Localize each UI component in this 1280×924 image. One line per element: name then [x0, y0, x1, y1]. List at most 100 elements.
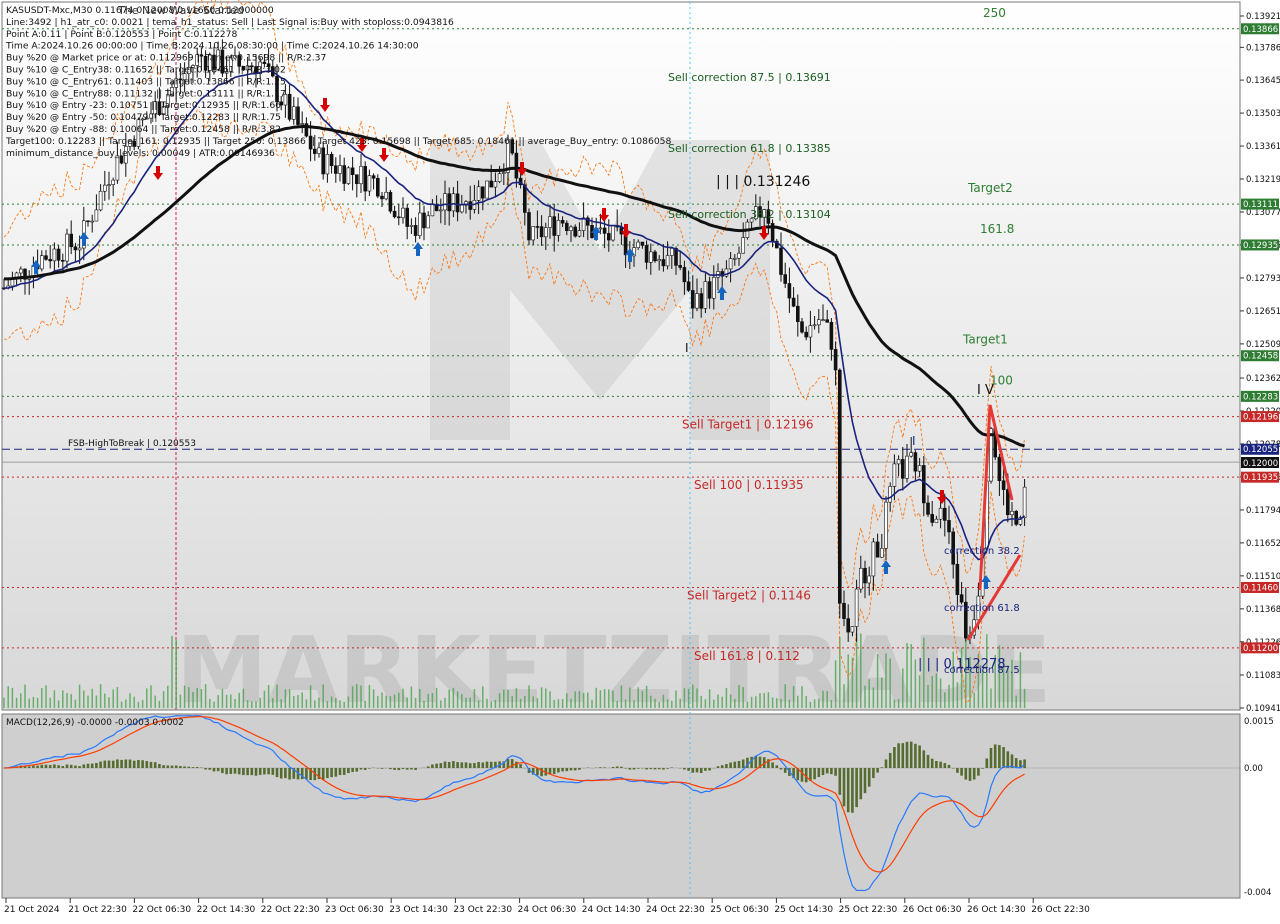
- candle-body: [56, 248, 61, 261]
- macd-tick: 0.0015: [1244, 717, 1274, 727]
- candle-body: [103, 184, 107, 192]
- candle-body: [875, 541, 880, 558]
- candle-body: [926, 502, 930, 515]
- candle-body: [879, 548, 884, 558]
- candle-body: [779, 247, 783, 275]
- candle-body: [501, 172, 506, 174]
- price-tick-label: 0.11510: [1246, 572, 1280, 582]
- level-label: Sell 161.8 | 0.112: [694, 649, 800, 663]
- candle-body: [703, 281, 708, 309]
- candle-body: [401, 207, 405, 219]
- candle-body: [804, 331, 809, 338]
- candle-body: [52, 248, 57, 262]
- candle-body: [531, 226, 536, 241]
- candle-body: [556, 220, 561, 236]
- candle-body: [333, 165, 338, 174]
- candle-body: [115, 155, 120, 181]
- info-line: Point A:0.11 | Point B:0.120553 | Point …: [6, 29, 237, 40]
- level-badge-label: 0.12055: [1243, 445, 1278, 455]
- info-line: Buy %10 @ C_Entry61: 0.11403 || Target:0…: [6, 76, 286, 87]
- candle-body: [997, 456, 1002, 482]
- candle-body: [569, 226, 573, 231]
- price-tick-label: 0.10941: [1246, 704, 1280, 714]
- candle-body: [686, 281, 691, 291]
- candle-body: [312, 148, 317, 154]
- macd-title: MACD(12,26,9) -0.0000 -0.0003 0.0002: [6, 718, 184, 728]
- info-line: Buy %10 @ Entry -23: 0.10751 || Target:0…: [6, 100, 281, 111]
- candle-body: [921, 465, 926, 504]
- candle-body: [451, 193, 456, 212]
- candle-body: [1005, 489, 1010, 516]
- candle-body: [959, 594, 964, 603]
- current-price-badge: 0.12000: [1241, 457, 1279, 469]
- info-line: minimum_distance_buy_levels: 0.00049 | A…: [6, 148, 275, 159]
- level-label: Sell Target1 | 0.12196: [682, 418, 814, 432]
- candle-body: [73, 246, 78, 251]
- candle-body: [522, 184, 527, 213]
- candle-body: [535, 226, 540, 228]
- time-tick-label: 23 Oct 14:30: [389, 905, 448, 915]
- time-tick-label: 21 Oct 22:30: [68, 905, 127, 915]
- level-label: Sell 100 | 0.11935: [694, 478, 804, 492]
- candle-body: [854, 588, 859, 627]
- candle-body: [497, 173, 502, 182]
- candle-body: [422, 212, 426, 229]
- candle-body: [107, 184, 111, 186]
- level-label: Target1: [962, 333, 1008, 347]
- candle-body: [539, 226, 544, 238]
- annotation: Sell correction 38.2 | 0.13104: [668, 208, 831, 221]
- annotation: correction 38.2: [944, 546, 1020, 557]
- candle-body: [913, 452, 918, 472]
- candle-body: [989, 428, 993, 482]
- candle-body: [363, 166, 368, 192]
- candle-body: [737, 252, 741, 259]
- level-badge-label: 0.12458: [1243, 352, 1278, 362]
- candle-body: [606, 233, 611, 241]
- candle-body: [699, 293, 704, 309]
- candle-body: [707, 281, 712, 299]
- annotation: | | | 0.131246: [716, 174, 810, 190]
- level-label: FSB-HighToBreak | 0.120553: [68, 439, 196, 449]
- candle-body: [661, 259, 666, 267]
- candle-body: [900, 459, 905, 479]
- macd-panel: [1, 713, 1241, 899]
- time-tick-label: 23 Oct 06:30: [325, 905, 384, 915]
- candle-body: [392, 210, 397, 218]
- candle-body: [111, 179, 115, 185]
- candle-body: [375, 177, 380, 197]
- candle-body: [611, 225, 615, 241]
- candle-body: [354, 174, 359, 185]
- level-badge-label: 0.13866: [1243, 25, 1278, 35]
- candle-body: [430, 203, 435, 217]
- candle-body: [413, 225, 418, 236]
- candle-body: [636, 241, 641, 248]
- candle-body: [560, 220, 565, 224]
- annotation: I: [912, 434, 916, 448]
- level-badge-label: 0.12935: [1243, 241, 1278, 251]
- candle-body: [682, 267, 687, 283]
- macd-tick: 0.00: [1244, 764, 1263, 774]
- price-tick-label: 0.11083: [1246, 671, 1280, 681]
- annotation: Sell correction 61.8 | 0.13385: [668, 142, 831, 155]
- price-tick-label: 0.13786: [1246, 43, 1280, 53]
- candle-body: [342, 165, 347, 184]
- chart-window: MARKETZITRADE 250 Target2 161.8 Target1 100 S…: [0, 0, 1280, 920]
- candle-body: [380, 195, 384, 200]
- candle-body: [728, 258, 733, 270]
- macd-tick: -0.004: [1244, 888, 1271, 898]
- annotation: I V: [977, 383, 994, 398]
- candle-body: [287, 93, 292, 120]
- time-axis: 21 Oct 2024 21 Oct 22:30 22 Oct 06:30 22 Oc…: [4, 898, 1090, 915]
- annotation: correction 61.8: [944, 603, 1020, 614]
- time-tick-label: 21 Oct 2024: [4, 905, 60, 915]
- candle-body: [783, 274, 788, 284]
- level-badge-label: 0.13111: [1243, 200, 1278, 210]
- annotation: correction 87.5: [944, 665, 1020, 676]
- candle-body: [787, 283, 792, 299]
- price-tick-label: 0.13219: [1246, 175, 1280, 185]
- candle-body: [711, 276, 716, 299]
- candle-body: [640, 241, 645, 246]
- candle-body: [527, 212, 531, 241]
- candle-body: [48, 259, 53, 262]
- candle-body: [905, 455, 909, 479]
